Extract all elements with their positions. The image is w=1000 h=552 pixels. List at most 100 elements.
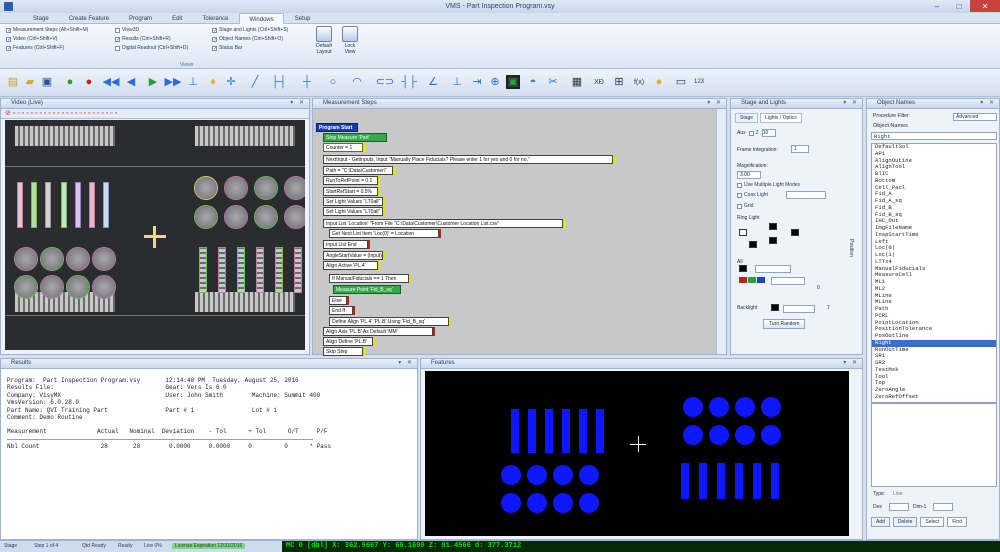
step-block[interactable]: Define Align 'PL.4' 'PL.B' Using 'Fid_B_… [329,317,449,326]
object-list-item[interactable]: RunOutTime [872,346,996,354]
object-list-item[interactable]: InspStartTime [872,231,996,239]
minimize-button[interactable]: – [926,0,948,12]
arc-tool-icon[interactable]: ◠ [350,75,364,89]
crosshair-icon[interactable]: ✛ [224,75,238,89]
find-button[interactable]: Find [947,517,967,527]
object-list-item[interactable]: ML1 [872,278,996,286]
play-icon[interactable]: ▶ [146,75,160,89]
object-list-item[interactable]: Path [872,305,996,313]
step-block[interactable]: Align Define 'PL.B' [323,337,373,346]
step-block[interactable]: Align Active 'PL.4' [323,261,378,270]
coax-slider[interactable] [786,191,826,199]
line-tool-icon[interactable]: ╱ [248,75,262,89]
des-input[interactable] [889,503,909,511]
counter-tool-icon[interactable]: 123 [692,75,706,89]
lock-view-button[interactable]: Lock View [339,26,361,62]
backlight-slider[interactable] [783,305,815,313]
step-block[interactable]: RunToRefPoint = 0.1 [323,176,378,185]
backlight-swatch[interactable] [771,304,779,311]
step-block[interactable]: Path = "C:\Data\Customer\" [323,166,393,175]
add-button[interactable]: Add [871,517,890,527]
step-end-icon[interactable]: ⊥ [186,75,200,89]
tab-windows[interactable]: Windows [239,13,284,24]
angle-tool-icon[interactable]: ∠ [426,75,440,89]
tab-program[interactable]: Program [120,13,161,24]
step-block[interactable]: Stop Measure 'Part' [323,133,387,142]
video-toolbar[interactable]: ⊘ ▫ ▫ ▫ ▫ ▫ ▫ ▫ ▫ ▫ ▫ ▫ ▫ ▫ ▫ ▫ ▫ ▫ ▫ ▫ … [1,109,309,119]
step-block[interactable]: End If [329,306,353,315]
tab-stage[interactable]: Stage [24,13,58,24]
step-block[interactable]: If ManualFiducials == 1 Then [329,274,409,283]
datum-tool-icon[interactable]: ⊕ [488,75,502,89]
tab-edit[interactable]: Edit [163,13,191,24]
step-block[interactable]: Measure Point 'Fid_B_sq' [333,285,401,294]
step-block[interactable]: Program Start [316,123,358,132]
segment-swatch[interactable] [769,223,777,230]
object-search-input[interactable]: Right [871,132,997,140]
checkbox-stage-lights[interactable]: ✓ Stage and Lights (Ctrl+Shift+S) [212,27,288,33]
step-block[interactable]: NextInput - GetInputs, Input "Manually P… [323,155,613,164]
distance-tool-icon[interactable]: ├┤ [271,75,287,89]
procedure-filter-select[interactable]: Advanced [953,113,997,121]
features-view[interactable] [425,371,849,536]
checkbox-view3d[interactable]: View3D [115,27,188,33]
bulb-tool-icon[interactable]: ● [652,75,666,89]
open-folder-icon[interactable]: ▰ [23,75,37,89]
tab-create-feature[interactable]: Create Feature [60,13,118,24]
live-video-image[interactable] [5,120,305,350]
segment-swatch[interactable] [769,237,777,244]
run-icon[interactable]: ● [63,75,77,89]
step-back-icon[interactable]: ◀ [124,75,138,89]
all-swatch[interactable] [739,265,747,272]
perpendicular-tool-icon[interactable]: ⊥ [450,75,464,89]
grid-tool-icon[interactable]: ▦ [570,75,584,89]
panel-controls[interactable]: ▾ ✕ [843,99,859,108]
function-tool-icon[interactable]: f(x) [632,75,646,89]
segment-swatch[interactable] [749,241,757,248]
step-block[interactable]: Align Axis 'PL.B' As Default 'MM' [323,327,433,336]
step-block[interactable]: Counter = 1 [323,143,363,152]
step-block[interactable]: Get Next List Item 'Loc(0)' = Location [329,229,439,238]
steps-canvas[interactable]: Program Start Stop Measure 'Part' Counte… [313,109,716,356]
align-tool-icon[interactable]: ⇥ [470,75,484,89]
stop-icon[interactable]: ● [82,75,96,89]
red-swatch[interactable] [739,277,747,283]
point-tool-icon[interactable]: ┼ [300,75,314,89]
slot-tool-icon[interactable]: ⊂⊃ [376,75,394,89]
maximize-button[interactable]: □ [948,0,970,12]
panel-controls[interactable]: ▾ ✕ [398,359,414,368]
object-list-item[interactable]: MLine [872,298,996,306]
object-list-item[interactable]: Default3ol [872,144,996,151]
checkbox-measurement-steps[interactable]: ✓ Measurement Steps (Alt+Shift+M) [6,27,88,33]
all-slider[interactable] [755,265,791,273]
close-button[interactable]: ✕ [970,0,1000,12]
tab-stage-sub[interactable]: Stage [735,113,759,123]
step-block[interactable]: StartRefStart = 0.5% [323,187,378,196]
step-block[interactable]: Else [329,296,347,305]
green-swatch[interactable] [748,277,756,283]
step-forward-icon[interactable]: ▶▶ [165,75,182,89]
camera-tool-icon[interactable]: ▣ [506,75,520,89]
object-names-list[interactable]: Default3ol AP1 AlignOut1ne AlignTool BlIC Bot… [871,143,997,403]
segment-swatch[interactable] [791,229,799,236]
step-block[interactable]: Input List End [323,240,368,249]
turn-random-button[interactable]: Turn Random [763,319,806,329]
steps-scrollbar[interactable] [716,109,726,354]
dim-input[interactable] [933,503,953,511]
object-list-item[interactable]: ZeroRefOffset [872,393,996,401]
ruler-tool-icon[interactable]: ▭ [674,75,688,89]
width-tool-icon[interactable]: ┤├ [401,75,417,89]
segment-swatch[interactable] [739,229,747,236]
grid-checkbox[interactable]: Grid [737,203,753,209]
object-list-item[interactable]: MeasureCell [872,271,996,279]
default-layout-button[interactable]: Default Layout [313,26,335,62]
step-block[interactable]: Skip Step [323,347,363,356]
cut-tool-icon[interactable]: ✂ [546,75,560,89]
frame-integration-select[interactable]: 1 [791,145,809,153]
checkbox-object-names[interactable]: ✓ Object Names (Ctrl+Shift+O) [212,36,288,42]
tab-setup[interactable]: Setup [286,13,320,24]
step-block[interactable]: Input List 'Location' "From File "C:\Dat… [323,219,563,228]
object-list-item[interactable]: AlignTool [872,163,996,171]
coax-light-checkbox[interactable]: Coax Light [737,192,768,198]
use-multiple-lights-checkbox[interactable]: Use Multiple Light Modes [737,182,800,188]
